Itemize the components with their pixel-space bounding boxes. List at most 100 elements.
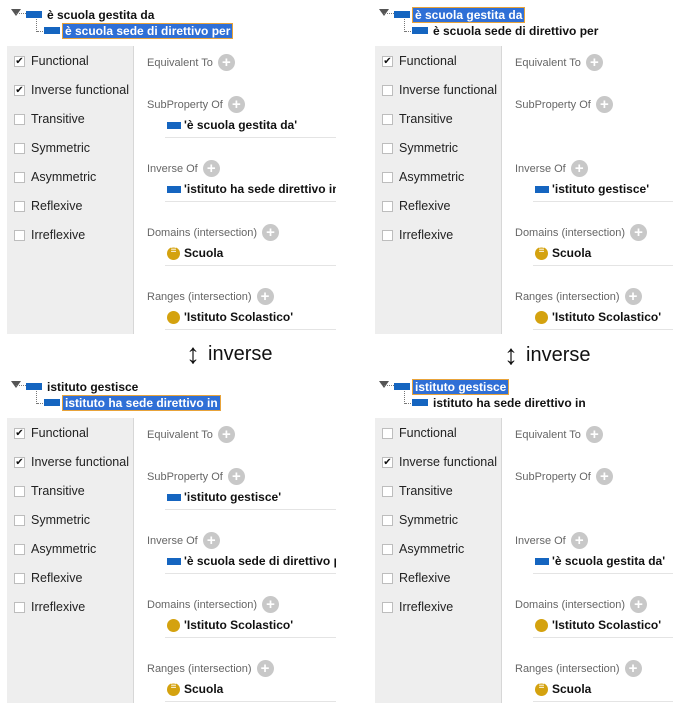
plus-circle-icon[interactable]: +	[585, 54, 603, 71]
characteristic-transitive[interactable]: Transitive	[382, 483, 453, 499]
tree-node-parent[interactable]: istituto gestisce	[394, 378, 510, 395]
section-value[interactable]: Scuola	[535, 245, 591, 260]
section-value[interactable]: 'è scuola gestita da'	[167, 118, 297, 132]
checkbox[interactable]	[382, 427, 393, 439]
characteristic-reflexive[interactable]: Reflexive	[14, 570, 82, 586]
plus-circle-icon[interactable]: +	[262, 596, 280, 613]
plus-circle-icon[interactable]: +	[595, 96, 613, 113]
section-value[interactable]: Scuola	[535, 681, 591, 696]
tree-node-child[interactable]: istituto ha sede direttivo in	[44, 394, 221, 411]
checkbox[interactable]	[382, 84, 393, 96]
characteristic-asymmetric[interactable]: Asymmetric	[14, 169, 96, 185]
section-value[interactable]: 'Istituto Scolastico'	[167, 310, 293, 324]
tree-node-parent[interactable]: è scuola gestita da	[26, 7, 156, 22]
plus-circle-icon[interactable]: +	[227, 468, 245, 485]
checkbox[interactable]	[14, 171, 25, 183]
plus-circle-icon[interactable]: +	[624, 660, 642, 677]
characteristic-symmetric[interactable]: Symmetric	[382, 512, 458, 528]
plus-circle-icon[interactable]: +	[630, 224, 648, 241]
checkbox-checked[interactable]: ✔	[14, 55, 25, 67]
checkbox[interactable]	[14, 142, 25, 154]
characteristic-asymmetric[interactable]: Asymmetric	[14, 541, 96, 557]
plus-circle-icon[interactable]: +	[624, 288, 642, 305]
checkbox-checked[interactable]: ✔	[14, 427, 25, 439]
characteristic-reflexive[interactable]: Reflexive	[382, 198, 450, 214]
checkbox[interactable]	[14, 113, 25, 125]
section-value[interactable]: 'istituto gestisce'	[167, 490, 281, 504]
section-value[interactable]: Scuola	[167, 681, 223, 696]
plus-circle-icon[interactable]: +	[256, 288, 274, 305]
checkbox[interactable]	[382, 514, 393, 526]
plus-circle-icon[interactable]: +	[202, 532, 220, 549]
section-value[interactable]: Scuola	[167, 245, 223, 260]
section-value[interactable]: 'istituto gestisce'	[535, 182, 649, 196]
plus-circle-icon[interactable]: +	[262, 224, 280, 241]
plus-circle-icon[interactable]: +	[217, 426, 235, 443]
characteristic-asymmetric[interactable]: Asymmetric	[382, 541, 464, 557]
checkbox[interactable]	[382, 601, 393, 613]
characteristic-symmetric[interactable]: Symmetric	[382, 140, 458, 156]
checkbox[interactable]	[382, 113, 393, 125]
characteristic-functional[interactable]: ✔ Functional	[14, 53, 89, 69]
characteristic-transitive[interactable]: Transitive	[14, 111, 85, 127]
tree-node-parent[interactable]: istituto gestisce	[26, 379, 140, 394]
tree-node-child[interactable]: istituto ha sede direttivo in	[412, 395, 588, 410]
checkbox[interactable]	[382, 485, 393, 497]
tree-node-child[interactable]: è scuola sede di direttivo per	[412, 23, 600, 38]
characteristic-transitive[interactable]: Transitive	[14, 483, 85, 499]
characteristic-reflexive[interactable]: Reflexive	[382, 570, 450, 586]
checkbox[interactable]	[382, 142, 393, 154]
checkbox[interactable]	[14, 514, 25, 526]
plus-circle-icon[interactable]: +	[585, 426, 603, 443]
checkbox[interactable]	[382, 543, 393, 555]
checkbox[interactable]	[382, 572, 393, 584]
section-value[interactable]: 'è scuola sede di direttivo per'	[167, 554, 336, 568]
characteristic-inverse-functional[interactable]: ✔ Inverse functional	[382, 454, 497, 470]
section-value[interactable]: 'è scuola gestita da'	[535, 554, 665, 568]
section-value[interactable]: 'istituto ha sede direttivo in'	[167, 182, 336, 196]
checkbox-checked[interactable]: ✔	[14, 84, 25, 96]
checkbox[interactable]	[14, 572, 25, 584]
characteristic-functional[interactable]: ✔ Functional	[14, 425, 89, 441]
section-value[interactable]: 'Istituto Scolastico'	[535, 618, 661, 632]
plus-circle-icon[interactable]: +	[202, 160, 220, 177]
tree-node-parent[interactable]: è scuola gestita da	[394, 6, 526, 23]
checkbox[interactable]	[14, 485, 25, 497]
characteristic-inverse-functional[interactable]: Inverse functional	[382, 82, 497, 98]
section-value[interactable]: 'Istituto Scolastico'	[535, 310, 661, 324]
plus-circle-icon[interactable]: +	[570, 532, 588, 549]
plus-circle-icon[interactable]: +	[570, 160, 588, 177]
checkbox[interactable]	[382, 200, 393, 212]
checkbox[interactable]	[14, 200, 25, 212]
characteristic-irreflexive[interactable]: Irreflexive	[382, 599, 453, 615]
checkbox[interactable]	[14, 229, 25, 241]
characteristic-symmetric[interactable]: Symmetric	[14, 512, 90, 528]
plus-circle-icon[interactable]: +	[256, 660, 274, 677]
section-label: Equivalent To	[147, 56, 213, 69]
characteristic-reflexive[interactable]: Reflexive	[14, 198, 82, 214]
section-value[interactable]: 'Istituto Scolastico'	[167, 618, 293, 632]
checkbox[interactable]	[382, 229, 393, 241]
checkbox[interactable]	[14, 601, 25, 613]
plus-circle-icon[interactable]: +	[630, 596, 648, 613]
characteristic-inverse-functional[interactable]: ✔ Inverse functional	[14, 82, 129, 98]
characteristic-irreflexive[interactable]: Irreflexive	[14, 227, 85, 243]
plus-circle-icon[interactable]: +	[227, 96, 245, 113]
tree-node-child[interactable]: è scuola sede di direttivo per	[44, 22, 234, 39]
checkbox-checked[interactable]: ✔	[382, 55, 393, 67]
characteristic-symmetric[interactable]: Symmetric	[14, 140, 90, 156]
checkbox[interactable]	[14, 543, 25, 555]
checkbox-checked[interactable]: ✔	[382, 456, 393, 468]
tree-node-label: è scuola gestita da	[47, 7, 155, 22]
checkbox-checked[interactable]: ✔	[14, 456, 25, 468]
characteristic-asymmetric[interactable]: Asymmetric	[382, 169, 464, 185]
characteristic-irreflexive[interactable]: Irreflexive	[14, 599, 85, 615]
plus-circle-icon[interactable]: +	[595, 468, 613, 485]
characteristic-inverse-functional[interactable]: ✔ Inverse functional	[14, 454, 129, 470]
plus-circle-icon[interactable]: +	[217, 54, 235, 71]
checkbox[interactable]	[382, 171, 393, 183]
characteristic-functional[interactable]: ✔ Functional	[382, 53, 457, 69]
characteristic-functional[interactable]: Functional	[382, 425, 457, 441]
characteristic-transitive[interactable]: Transitive	[382, 111, 453, 127]
characteristic-irreflexive[interactable]: Irreflexive	[382, 227, 453, 243]
